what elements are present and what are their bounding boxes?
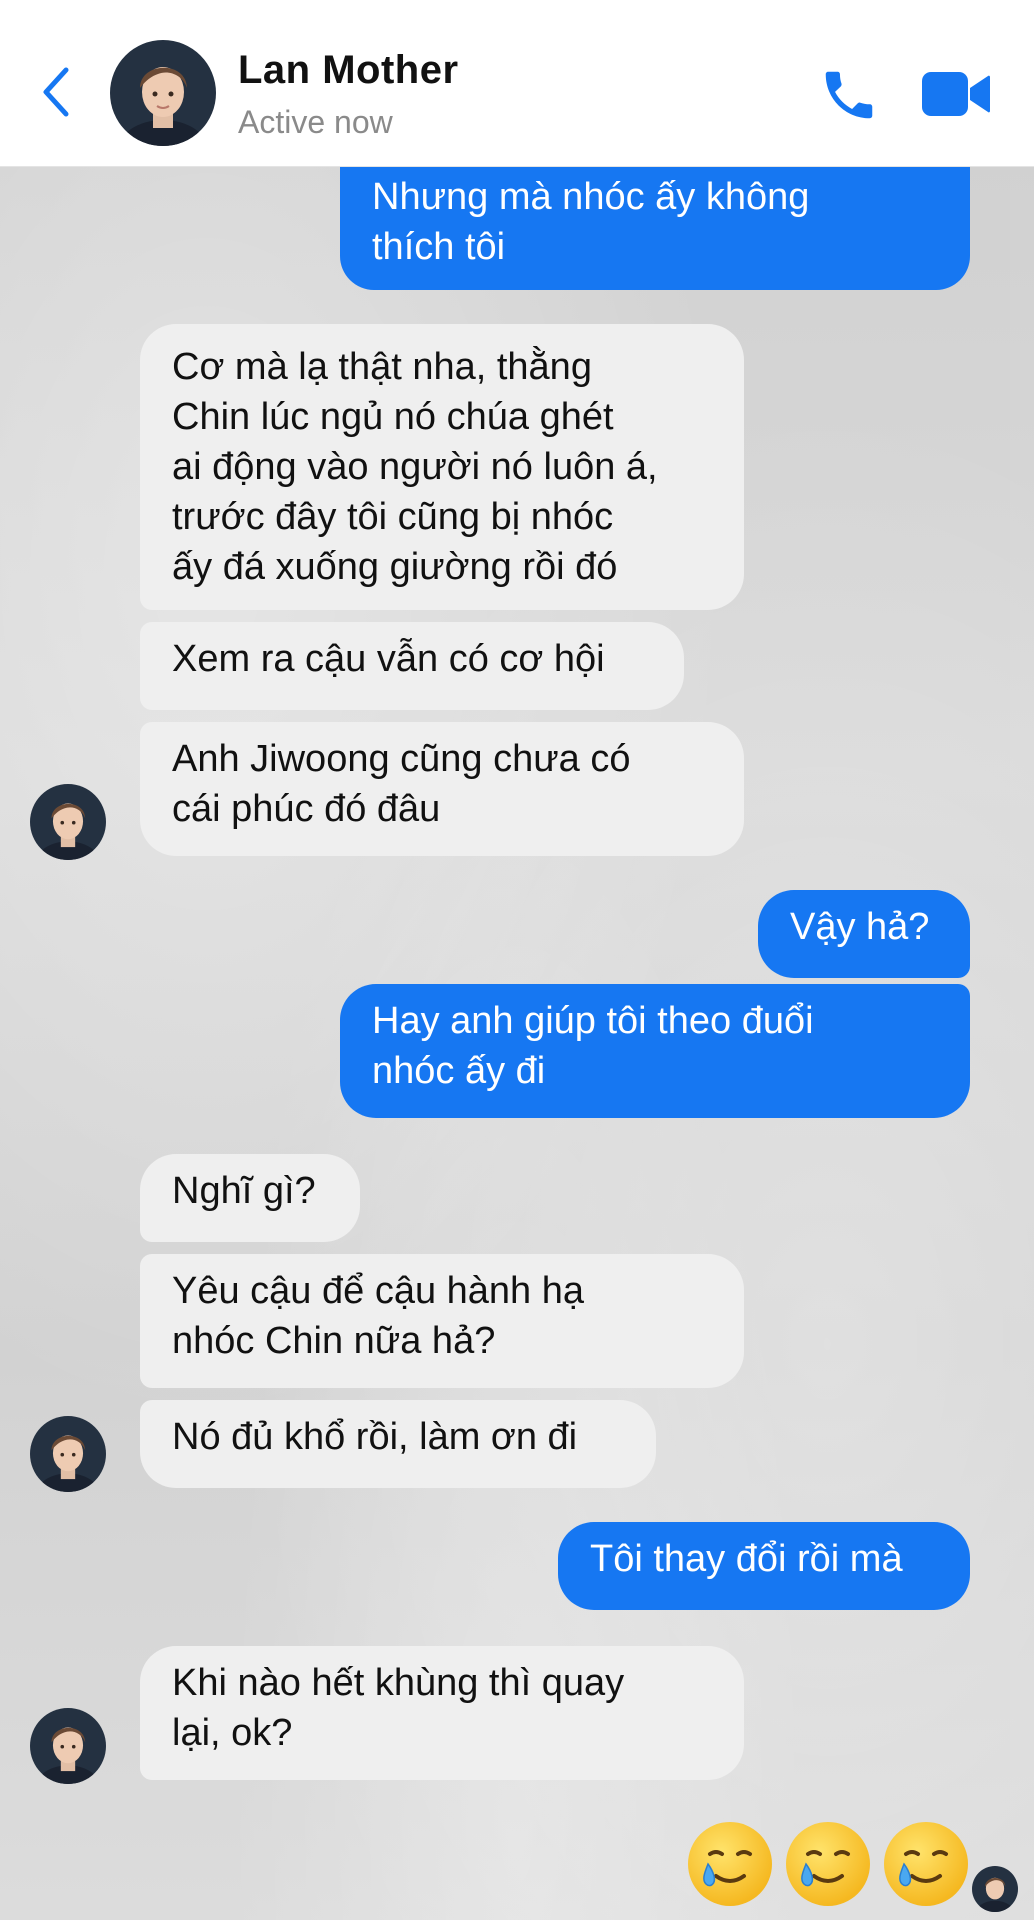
message-received[interactable]: Yêu cậu để cậu hành hạ nhóc Chin nữa hả? bbox=[140, 1254, 744, 1388]
message-received[interactable]: Khi nào hết khùng thì quay lại, ok? bbox=[140, 1646, 744, 1780]
conversation-header: Lan Mother Active now bbox=[0, 0, 1034, 167]
message-received[interactable]: Xem ra cậu vẫn có cơ hội bbox=[140, 622, 684, 710]
back-button[interactable] bbox=[36, 62, 76, 122]
chevron-left-icon bbox=[43, 67, 69, 117]
message-sent[interactable]: Nhưng mà nhóc ấy không thích tôi bbox=[340, 156, 970, 290]
message-sent[interactable]: Vậy hả? bbox=[758, 890, 970, 978]
contact-avatar-small[interactable] bbox=[30, 784, 106, 860]
video-camera-icon bbox=[922, 72, 990, 116]
message-received[interactable]: Anh Jiwoong cũng chưa có cái phúc đó đâu bbox=[140, 722, 744, 856]
contact-avatar-small[interactable] bbox=[30, 1416, 106, 1492]
video-call-button[interactable] bbox=[920, 68, 992, 120]
smiling-face-with-tear-emoji[interactable] bbox=[684, 1818, 776, 1910]
active-status: Active now bbox=[238, 104, 393, 140]
voice-call-button[interactable] bbox=[818, 64, 880, 126]
smiling-face-with-tear-emoji[interactable] bbox=[880, 1818, 972, 1910]
message-received[interactable]: Nó đủ khổ rồi, làm ơn đi bbox=[140, 1400, 656, 1488]
phone-icon bbox=[825, 71, 873, 119]
message-received[interactable]: Cơ mà lạ thật nha, thằng Chin lúc ngủ nó… bbox=[140, 324, 744, 610]
contact-avatar-small[interactable] bbox=[30, 1708, 106, 1784]
message-sent[interactable]: Tôi thay đổi rồi mà bbox=[558, 1522, 970, 1610]
contact-avatar[interactable] bbox=[110, 40, 216, 146]
contact-name[interactable]: Lan Mother bbox=[238, 48, 459, 93]
message-received[interactable]: Nghĩ gì? bbox=[140, 1154, 360, 1242]
message-sent[interactable]: Hay anh giúp tôi theo đuổi nhóc ấy đi bbox=[340, 984, 970, 1118]
seen-receipt-avatar bbox=[972, 1866, 1018, 1912]
smiling-face-with-tear-emoji[interactable] bbox=[782, 1818, 874, 1910]
